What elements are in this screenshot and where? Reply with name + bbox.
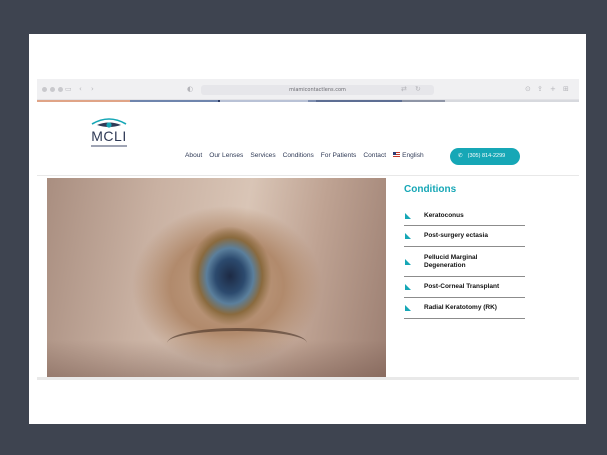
triangle-bullet-icon (405, 284, 411, 290)
triangle-bullet-icon (405, 212, 411, 219)
share-icon[interactable]: ⇪ (537, 85, 543, 94)
mcli-logo[interactable]: MCLI (88, 116, 130, 156)
condition-post-surgery-ectasia[interactable]: Post-surgery ectasia (404, 226, 525, 247)
nav-services[interactable]: Services (250, 152, 275, 160)
site-header: MCLI About Our Lenses Services Condition… (37, 102, 579, 176)
main-nav: About Our Lenses Services Conditions For… (185, 152, 431, 160)
translate-icon[interactable]: ⇄ (401, 85, 407, 94)
logo-text: MCLI (91, 128, 127, 144)
us-flag-icon (393, 152, 401, 157)
triangle-bullet-icon (405, 233, 411, 239)
minimize-window-icon[interactable] (50, 87, 55, 92)
page-bottom-edge (37, 377, 579, 380)
logo-tagline (91, 145, 127, 147)
reload-icon[interactable]: ↻ (415, 85, 421, 94)
condition-label: Keratoconus (424, 211, 464, 219)
tab-overview-icon[interactable]: ⊞ (563, 85, 569, 94)
condition-label: Post-Corneal Transplant (424, 283, 500, 290)
hero-shadow (47, 340, 386, 380)
privacy-icon[interactable]: ◐ (187, 85, 193, 94)
condition-post-corneal-transplant[interactable]: Post-Corneal Transplant (404, 277, 525, 298)
condition-keratoconus[interactable]: Keratoconus (404, 206, 525, 226)
language-selector[interactable]: English (393, 152, 424, 160)
address-bar[interactable]: miamicontactlens.com (201, 85, 434, 95)
language-label: English (402, 152, 424, 159)
condition-radial-keratotomy[interactable]: Radial Keratotomy (RK) (404, 298, 525, 319)
new-tab-icon[interactable]: + (550, 85, 556, 94)
hero-eye-image (47, 178, 386, 380)
zoom-window-icon[interactable] (58, 87, 63, 92)
close-window-icon[interactable] (42, 87, 47, 92)
condition-label: Post-surgery ectasia (424, 232, 488, 239)
back-icon[interactable]: ‹ (79, 85, 82, 94)
triangle-bullet-icon (405, 305, 411, 311)
nav-our-lenses[interactable]: Our Lenses (209, 152, 243, 160)
browser-toolbar: ▭ ‹ › ◐ miamicontactlens.com ⇄ ↻ ⊙ ⇪ + ⊞ (37, 79, 579, 100)
conditions-list: Keratoconus Post-surgery ectasia Pelluci… (404, 206, 525, 319)
condition-label: Radial Keratotomy (RK) (424, 304, 497, 311)
phone-number: (305) 814-2299 (467, 153, 506, 159)
triangle-bullet-icon (405, 258, 411, 265)
forward-icon[interactable]: › (91, 85, 94, 94)
condition-label: Pellucid Marginal Degeneration (424, 253, 478, 269)
nav-for-patients[interactable]: For Patients (321, 152, 357, 160)
downloads-icon[interactable]: ⊙ (525, 85, 531, 94)
sidebar-icon[interactable]: ▭ (65, 85, 72, 94)
url-text: miamicontactlens.com (289, 87, 346, 93)
phone-icon: ✆ (458, 153, 463, 159)
nav-conditions[interactable]: Conditions (283, 152, 314, 160)
nav-contact[interactable]: Contact (363, 152, 386, 160)
window-controls (42, 87, 63, 92)
call-button[interactable]: ✆ (305) 814-2299 (450, 148, 520, 165)
nav-about[interactable]: About (185, 152, 202, 160)
website-screenshot: ▭ ‹ › ◐ miamicontactlens.com ⇄ ↻ ⊙ ⇪ + ⊞… (37, 79, 579, 380)
condition-pellucid-marginal-degeneration[interactable]: Pellucid Marginal Degeneration (404, 247, 525, 277)
conditions-heading: Conditions (404, 184, 457, 195)
conditions-panel: Conditions Keratoconus Post-surgery ecta… (404, 184, 574, 319)
